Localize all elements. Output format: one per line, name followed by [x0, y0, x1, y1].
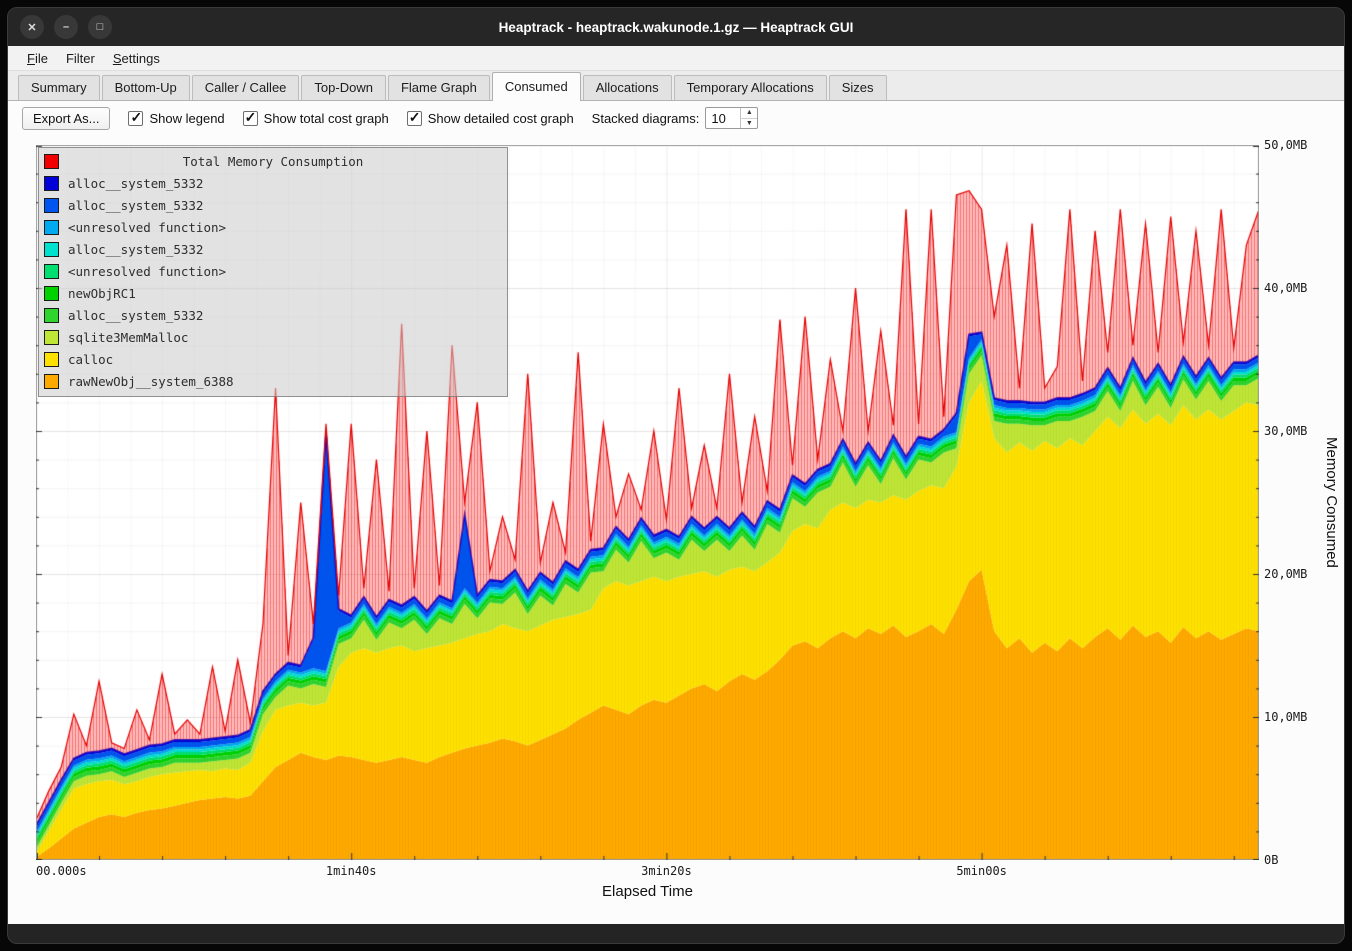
legend-swatch	[44, 198, 59, 213]
legend-item: alloc__system_5332	[44, 238, 502, 260]
y-axis-label: Memory Consumed	[1323, 145, 1340, 860]
legend-label: alloc__system_5332	[68, 198, 203, 213]
close-icon: ✕	[27, 21, 36, 34]
heaptrack-window: ✕ – □ Heaptrack - heaptrack.wakunode.1.gz …	[7, 7, 1345, 944]
menu-file[interactable]: File	[18, 49, 57, 68]
tab-top-down[interactable]: Top-Down	[301, 75, 386, 100]
legend-swatch	[44, 242, 59, 257]
legend-item: sqlite3MemMalloc	[44, 326, 502, 348]
y-tick-label: 20,0MB	[1264, 567, 1307, 581]
checkbox-label: Show detailed cost graph	[428, 111, 574, 126]
spinner-down-button[interactable]: ▼	[741, 119, 757, 129]
legend-label: alloc__system_5332	[68, 308, 203, 323]
spinner-buttons: ▲ ▼	[740, 108, 757, 128]
checkbox-box[interactable]	[407, 111, 422, 126]
maximize-icon: □	[97, 21, 104, 33]
tab-temporary-allocations[interactable]: Temporary Allocations	[674, 75, 827, 100]
legend-item: rawNewObj__system_6388	[44, 370, 502, 392]
tab-sizes[interactable]: Sizes	[829, 75, 887, 100]
chart-area: Total Memory Consumption alloc__system_53…	[8, 135, 1344, 924]
legend-label: newObjRC1	[68, 286, 136, 301]
minimize-icon: –	[63, 21, 69, 33]
chart-legend: Total Memory Consumption alloc__system_53…	[38, 147, 508, 397]
show-legend-checkbox[interactable]: Show legend	[128, 111, 224, 126]
legend-swatch	[44, 264, 59, 279]
y-tick-label: 30,0MB	[1264, 424, 1307, 438]
checkbox-label: Show total cost graph	[264, 111, 389, 126]
legend-swatch	[44, 330, 59, 345]
toolbar: Export As... Show legend Show total cost …	[8, 101, 1344, 135]
window-controls: ✕ – □	[20, 15, 112, 39]
legend-swatch	[44, 176, 59, 191]
show-detailed-cost-graph-checkbox[interactable]: Show detailed cost graph	[407, 111, 574, 126]
y-tick-label: 0B	[1264, 853, 1278, 867]
close-button[interactable]: ✕	[20, 15, 44, 39]
stacked-diagrams-label: Stacked diagrams:	[592, 111, 700, 126]
minimize-button[interactable]: –	[54, 15, 78, 39]
spinner-up-button[interactable]: ▲	[741, 108, 757, 119]
legend-item: calloc	[44, 348, 502, 370]
legend-swatch	[44, 286, 59, 301]
legend-item: alloc__system_5332	[44, 194, 502, 216]
legend-swatch	[44, 308, 59, 323]
menubar: FileFilterSettings	[8, 46, 1344, 71]
legend-label: alloc__system_5332	[68, 242, 203, 257]
legend-item: <unresolved function>	[44, 216, 502, 238]
legend-label: alloc__system_5332	[68, 176, 203, 191]
show-total-cost-graph-checkbox[interactable]: Show total cost graph	[243, 111, 389, 126]
legend-item: alloc__system_5332	[44, 304, 502, 326]
x-tick-label: 3min20s	[641, 864, 692, 878]
x-axis-label: Elapsed Time	[36, 883, 1259, 900]
legend-item: <unresolved function>	[44, 260, 502, 282]
legend-label: rawNewObj__system_6388	[68, 374, 234, 389]
legend-swatch	[44, 220, 59, 235]
y-tick-label: 10,0MB	[1264, 710, 1307, 724]
legend-label: <unresolved function>	[68, 220, 226, 235]
legend-label: calloc	[68, 352, 113, 367]
titlebar: ✕ – □ Heaptrack - heaptrack.wakunode.1.gz …	[8, 8, 1344, 46]
legend-title-row: Total Memory Consumption	[44, 150, 502, 172]
menu-settings[interactable]: Settings	[104, 49, 169, 68]
tabbar: SummaryBottom-UpCaller / CalleeTop-DownF…	[8, 71, 1344, 101]
window-title: Heaptrack - heaptrack.wakunode.1.gz — He…	[499, 20, 854, 35]
x-tick-label: 5min00s	[956, 864, 1007, 878]
tab-flame-graph[interactable]: Flame Graph	[388, 75, 490, 100]
export-as-button[interactable]: Export As...	[22, 107, 110, 130]
legend-swatch-total	[44, 154, 59, 169]
legend-label: sqlite3MemMalloc	[68, 330, 188, 345]
checkbox-label: Show legend	[149, 111, 224, 126]
y-tick-label: 50,0MB	[1264, 138, 1307, 152]
tab-allocations[interactable]: Allocations	[583, 75, 672, 100]
menu-filter[interactable]: Filter	[57, 49, 104, 68]
tab-bottom-up[interactable]: Bottom-Up	[102, 75, 190, 100]
stacked-diagrams-value: 10	[706, 108, 740, 128]
stacked-diagrams-group: Stacked diagrams: 10 ▲ ▼	[592, 107, 759, 129]
stacked-diagrams-spinbox[interactable]: 10 ▲ ▼	[705, 107, 758, 129]
checkbox-box[interactable]	[243, 111, 258, 126]
checkbox-box[interactable]	[128, 111, 143, 126]
legend-item: alloc__system_5332	[44, 172, 502, 194]
maximize-button[interactable]: □	[88, 15, 112, 39]
y-tick-label: 40,0MB	[1264, 281, 1307, 295]
tab-caller-callee[interactable]: Caller / Callee	[192, 75, 300, 100]
checkbox-container: Show legend Show total cost graph Show det…	[128, 111, 573, 126]
legend-item: newObjRC1	[44, 282, 502, 304]
chevron-down-icon: ▼	[746, 120, 753, 127]
tab-consumed[interactable]: Consumed	[492, 72, 581, 101]
legend-label: <unresolved function>	[68, 264, 226, 279]
x-tick-label: 00.000s	[36, 864, 87, 878]
legend-swatch	[44, 374, 59, 389]
x-tick-label: 1min40s	[326, 864, 377, 878]
legend-swatch	[44, 352, 59, 367]
tab-summary[interactable]: Summary	[18, 75, 100, 100]
chevron-up-icon: ▲	[746, 109, 753, 116]
legend-title: Total Memory Consumption	[68, 154, 478, 169]
